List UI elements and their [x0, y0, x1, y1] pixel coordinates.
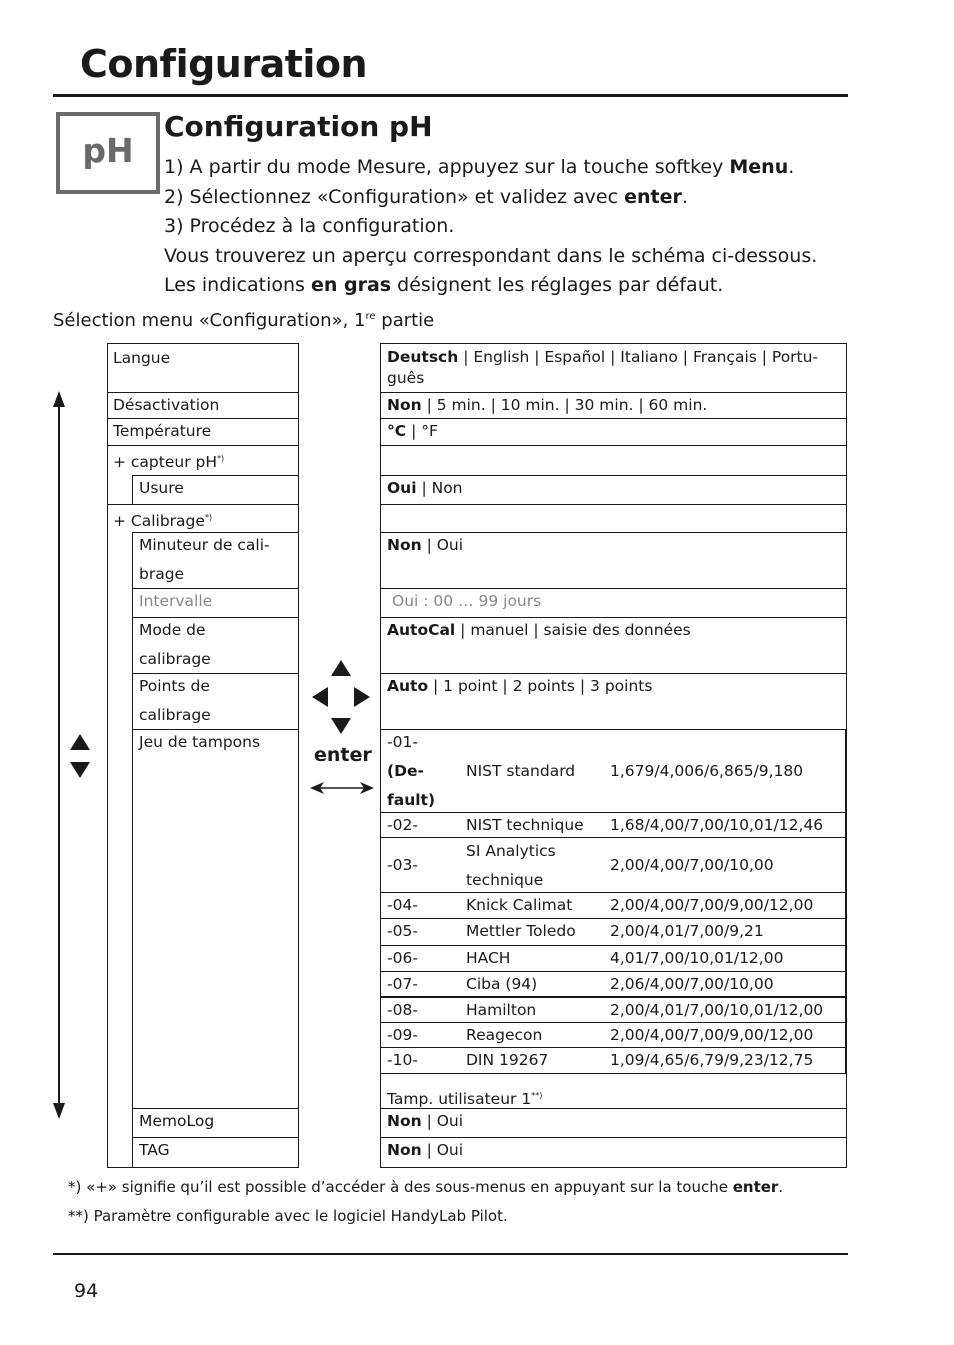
buffer-code[interactable]: -08- — [381, 997, 418, 1023]
buffer-name: Reagecon — [466, 1026, 543, 1044]
page-title: Configuration — [80, 42, 368, 86]
menu-item-minuteur[interactable]: Minuteur de cali-brage — [133, 531, 270, 589]
buffer-values: 2,00/4,01/7,00/10,01/12,00 — [610, 1001, 824, 1019]
menu-item-usure[interactable]: Usure — [133, 474, 184, 503]
buffer-name: Mettler Toledo — [466, 922, 576, 940]
menu-item-capteur-ph[interactable]: + capteur pH*) — [107, 444, 224, 477]
buffer-values: 2,00/4,00/7,00/10,00 — [610, 855, 774, 874]
buffer-name: NIST standard — [466, 762, 576, 780]
footer-divider — [53, 1253, 848, 1255]
menu-item-jeu-tampons[interactable]: Jeu de tampons — [133, 728, 260, 757]
menu-item-intervalle[interactable]: Intervalle — [133, 587, 212, 616]
arrow-down-icon — [331, 718, 351, 734]
intro-line: 2) Sélectionnez «Configuration» et valid… — [164, 185, 688, 208]
option-temperature[interactable]: °C | °F — [381, 417, 438, 446]
intro-line: Les indications en gras désignent les ré… — [164, 274, 724, 296]
buffer-values: 1,09/4,65/6,79/9,23/12,75 — [610, 1051, 814, 1069]
buffer-code[interactable]: -02- — [381, 812, 418, 838]
enter-key-label: enter — [314, 744, 372, 766]
title-divider — [53, 94, 848, 97]
option-desactivation[interactable]: Non | 5 min. | 10 min. | 30 min. | 60 mi… — [381, 391, 707, 420]
buffer-code[interactable]: -10- — [381, 1047, 418, 1073]
buffer-values: 2,00/4,00/7,00/9,00/12,00 — [610, 1026, 814, 1044]
intro-line: Vous trouverez un aperçu correspondant d… — [164, 244, 818, 267]
menu-item-langue[interactable]: Langue — [107, 344, 170, 373]
menu-item-temperature[interactable]: Température — [107, 417, 211, 446]
footnote-2: **) Paramètre configurable avec le logic… — [68, 1207, 508, 1225]
buffer-name: SI Analytics technique — [466, 842, 556, 889]
buffer-values: 1,68/4,00/7,00/10,01/12,46 — [610, 816, 824, 834]
option-intervalle[interactable]: Oui : 00 … 99 jours — [386, 587, 541, 616]
arrow-left-icon — [312, 687, 328, 707]
buffer-name: HACH — [466, 949, 511, 967]
buffer-code[interactable]: -07- — [381, 971, 418, 997]
buffer-code[interactable]: -06- — [381, 945, 418, 971]
buffer-code[interactable]: -03- — [381, 852, 418, 878]
section-title: Configuration pH — [164, 110, 433, 143]
menu-item-desactivation[interactable]: Désactivation — [107, 391, 219, 420]
buffer-code[interactable]: -09- — [381, 1022, 418, 1048]
scroll-down-icon — [70, 762, 90, 778]
buffer-row-default[interactable]: -01- (De-fault) — [381, 728, 435, 815]
buffer-name: NIST technique — [466, 816, 584, 834]
buffer-values: 1,679/4,006/6,865/9,180 — [610, 762, 804, 780]
buffer-name: Knick Calimat — [466, 896, 573, 914]
buffer-values: 2,00/4,01/7,00/9,21 — [610, 922, 764, 940]
buffer-values: 2,00/4,00/7,00/9,00/12,00 — [610, 896, 814, 914]
buffer-values: 2,06/4,00/7,00/10,00 — [610, 975, 774, 993]
buffer-code[interactable]: -05- — [381, 918, 418, 944]
intro-instructions: 1) A partir du mode Mesure, appuyez sur … — [164, 153, 817, 301]
intro-line: 3) Procédez à la configuration. — [164, 215, 455, 237]
scroll-down-arrowhead-icon — [53, 1103, 65, 1119]
menu-item-mode-calibrage[interactable]: Mode de calibrage — [133, 616, 211, 674]
menu-item-memolog[interactable]: MemoLog — [133, 1107, 214, 1136]
menu-item-points-calibrage[interactable]: Points de calibrage — [133, 672, 211, 730]
option-tag[interactable]: Non | Oui — [381, 1136, 463, 1165]
footnote-1: *) «+» signifie qu’il est possible d’acc… — [68, 1178, 784, 1196]
buffer-name: Hamilton — [466, 1001, 537, 1019]
option-points-calibrage[interactable]: Auto | 1 point | 2 points | 3 points — [381, 672, 652, 701]
menu-item-tag[interactable]: TAG — [133, 1136, 170, 1165]
option-mode-calibrage[interactable]: AutoCal | manuel | saisie des données — [381, 616, 691, 645]
arrow-right-icon — [354, 687, 370, 707]
intro-line: 1) A partir du mode Mesure, appuyez sur … — [164, 156, 795, 178]
ph-badge: pH — [56, 112, 160, 194]
buffer-code[interactable]: -04- — [381, 892, 418, 918]
option-memolog[interactable]: Non | Oui — [381, 1107, 463, 1136]
arrow-up-icon — [331, 660, 351, 676]
page-number: 94 — [74, 1280, 99, 1302]
buffer-name: DIN 19267 — [466, 1051, 549, 1069]
buffer-name: Ciba (94) — [466, 975, 538, 993]
option-usure[interactable]: Oui | Non — [381, 474, 463, 503]
diagram-caption: Sélection menu «Configuration», 1re part… — [53, 310, 435, 331]
option-langue[interactable]: Deutsch | English | Español | Italiano |… — [381, 344, 818, 389]
double-arrow-icon — [310, 782, 374, 794]
buffer-values: 4,01/7,00/10,01/12,00 — [610, 949, 784, 967]
option-minuteur[interactable]: Non | Oui — [381, 531, 463, 560]
scroll-up-arrowhead-icon — [53, 391, 65, 407]
scroll-arrow-line — [58, 400, 60, 1108]
scroll-up-icon — [70, 734, 90, 750]
